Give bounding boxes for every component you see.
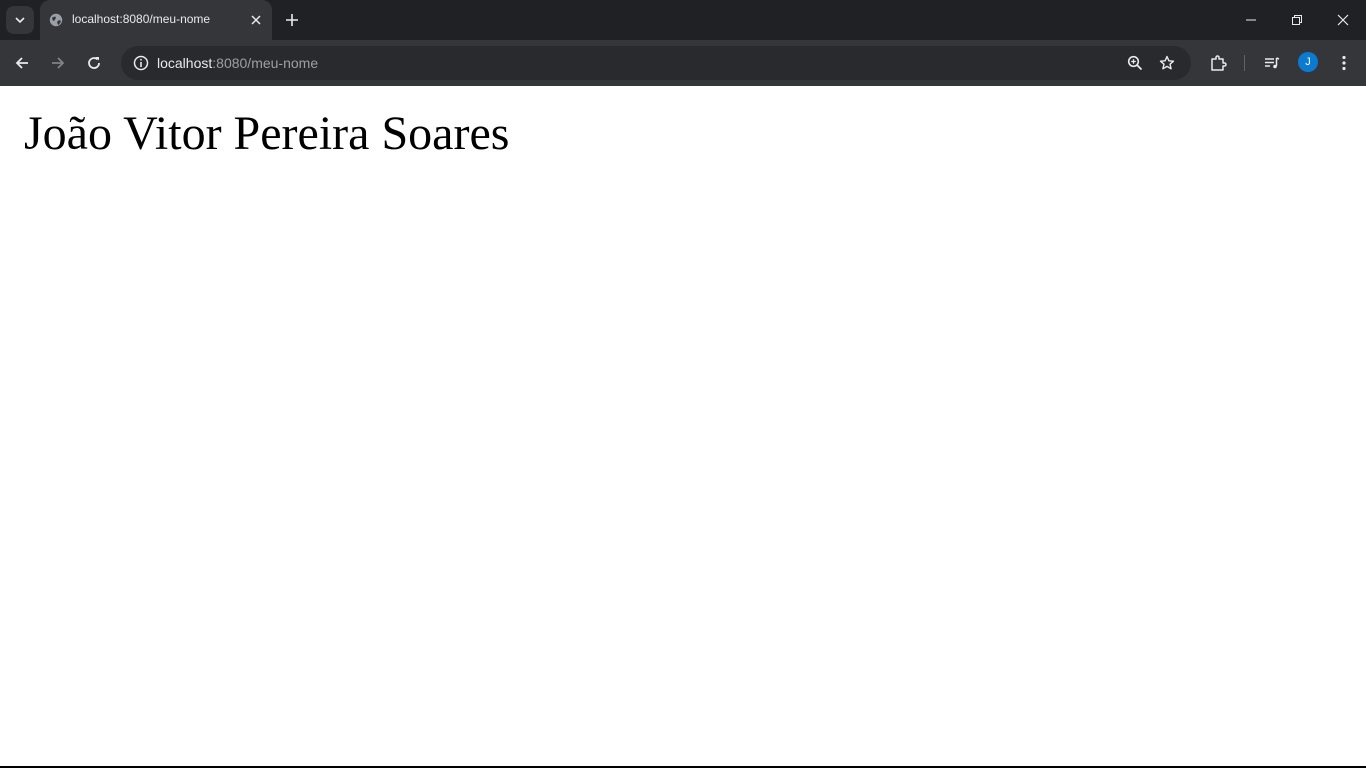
media-button[interactable] — [1258, 49, 1286, 77]
page-viewport: João Vitor Pereira Soares — [0, 86, 1366, 766]
reload-button[interactable] — [80, 49, 108, 77]
back-button[interactable] — [8, 49, 36, 77]
reload-icon — [86, 55, 102, 71]
menu-button[interactable] — [1330, 49, 1358, 77]
address-bar[interactable]: localhost:8080/meu-nome — [121, 46, 1191, 80]
extensions-button[interactable] — [1204, 49, 1232, 77]
toolbar-divider — [1244, 55, 1245, 71]
toolbar: localhost:8080/meu-nome J — [0, 40, 1366, 86]
tab-title: localhost:8080/meu-nome — [72, 12, 211, 26]
forward-button[interactable] — [44, 49, 72, 77]
restore-button[interactable] — [1274, 0, 1320, 40]
globe-icon — [49, 13, 63, 27]
url-text[interactable]: localhost:8080/meu-nome — [157, 55, 318, 71]
star-icon[interactable] — [1155, 51, 1179, 75]
restore-icon — [1292, 15, 1302, 25]
new-tab-button[interactable] — [280, 8, 304, 32]
active-tab[interactable]: localhost:8080/meu-nome — [40, 0, 272, 40]
arrow-right-icon — [50, 55, 66, 71]
url-path: :8080/meu-nome — [212, 55, 319, 71]
info-icon[interactable] — [129, 51, 153, 75]
minimize-icon — [1246, 15, 1256, 25]
window-close-button[interactable] — [1320, 0, 1366, 40]
arrow-left-icon — [14, 55, 30, 71]
puzzle-icon — [1209, 54, 1227, 72]
media-queue-icon — [1264, 55, 1280, 71]
close-icon[interactable] — [247, 11, 265, 29]
zoom-in-icon[interactable] — [1123, 51, 1147, 75]
minimize-button[interactable] — [1228, 0, 1274, 40]
chevron-down-icon — [14, 14, 26, 26]
tab-strip: localhost:8080/meu-nome — [0, 0, 1366, 40]
avatar[interactable]: J — [1298, 52, 1318, 72]
page-title: João Vitor Pereira Soares — [24, 107, 510, 160]
url-host: localhost — [157, 55, 213, 71]
kebab-menu-icon — [1342, 55, 1346, 71]
close-icon — [1337, 14, 1349, 26]
plus-icon — [286, 14, 298, 26]
tab-search-button[interactable] — [6, 6, 34, 34]
